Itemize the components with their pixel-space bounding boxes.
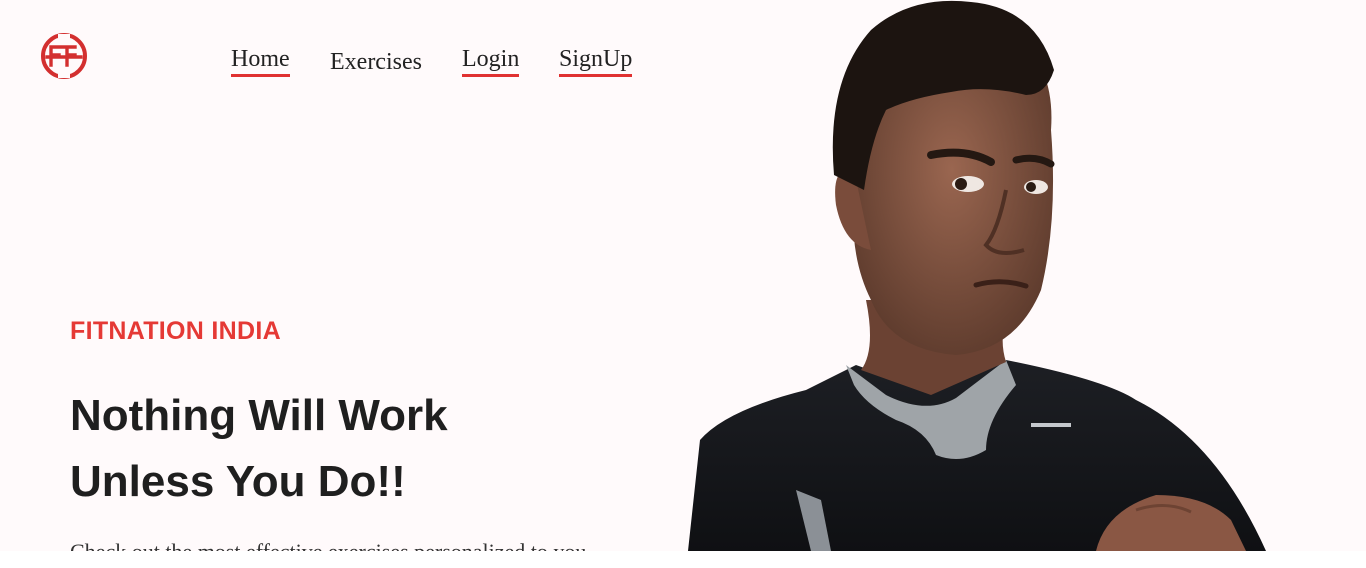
page: Home Exercises Login SignUp FITNATION IN…	[0, 0, 1366, 551]
hero-tagline: Check out the most effective exercises p…	[70, 539, 586, 551]
hero-headline: Nothing Will Work Unless You Do!!	[70, 383, 590, 515]
nav-exercises-link[interactable]: Exercises	[330, 48, 422, 76]
hero-person-image	[688, 0, 1266, 551]
nav-signup-link[interactable]: SignUp	[559, 45, 633, 77]
fitnation-logo-icon[interactable]	[39, 32, 89, 80]
nav-home-link[interactable]: Home	[231, 45, 290, 77]
nav-login-link[interactable]: Login	[462, 45, 520, 77]
hero-headline-line-1: Nothing Will Work	[70, 391, 448, 440]
brand-title: FITNATION INDIA	[70, 317, 281, 345]
hero-headline-line-2: Unless You Do!!	[70, 457, 406, 506]
